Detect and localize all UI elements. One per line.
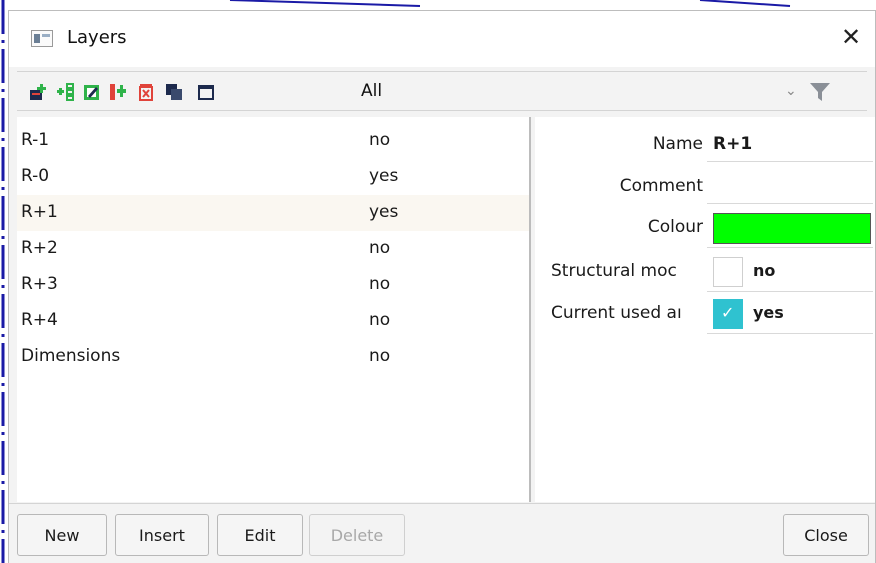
divider xyxy=(707,333,873,334)
title-bar: Layers ✕ xyxy=(9,11,875,67)
close-button[interactable]: Close xyxy=(783,514,869,556)
structural-model-value: no xyxy=(753,261,776,280)
chevron-down-icon[interactable]: ⌄ xyxy=(785,83,797,99)
delete-layer-icon[interactable] xyxy=(137,83,155,101)
name-field[interactable]: R+1 xyxy=(713,134,752,154)
funnel-icon[interactable] xyxy=(809,81,831,103)
layers-toolbar: All ⌄ xyxy=(17,71,867,111)
duplicate-layer-icon[interactable] xyxy=(165,83,183,101)
edit-button[interactable]: Edit xyxy=(217,514,303,556)
structural-model-label: Structural moc xyxy=(551,261,677,281)
edit-layer-icon[interactable] xyxy=(83,83,101,101)
divider xyxy=(707,203,873,204)
layers-dialog: Layers ✕ All ⌄ R-1 no R-0 yes R+1 yes R+… xyxy=(8,10,876,563)
close-icon[interactable]: ✕ xyxy=(835,21,867,53)
colour-label: Colour xyxy=(647,217,703,237)
layer-name: R-0 xyxy=(21,166,50,186)
list-item[interactable]: R+2 no xyxy=(17,231,529,267)
select-all-icon[interactable] xyxy=(197,83,215,101)
dialog-title: Layers xyxy=(67,27,127,48)
copy-layer-icon[interactable] xyxy=(109,83,127,101)
list-item[interactable]: Dimensions no xyxy=(17,339,529,375)
layer-name: Dimensions xyxy=(21,346,121,366)
list-item[interactable]: R-1 no xyxy=(17,123,529,159)
comment-label: Comment xyxy=(619,176,703,196)
insert-layer-icon[interactable] xyxy=(57,83,75,101)
new-layer-icon[interactable] xyxy=(29,83,47,101)
delete-button: Delete xyxy=(309,514,405,556)
layer-name: R-1 xyxy=(21,130,50,150)
layer-name: R+3 xyxy=(21,274,58,294)
new-button[interactable]: New xyxy=(17,514,107,556)
current-used-label: Current used aı xyxy=(551,303,682,323)
divider xyxy=(707,291,873,292)
layer-name: R+1 xyxy=(21,202,58,222)
layer-current-value: no xyxy=(369,238,391,258)
current-used-value: yes xyxy=(753,303,784,322)
layer-properties: Name R+1 Comment Colour Structural moc n… xyxy=(535,117,875,502)
layer-current-value: yes xyxy=(369,202,399,222)
name-label: Name xyxy=(652,134,703,154)
current-used-checkbox[interactable] xyxy=(713,299,743,329)
layer-current-value: no xyxy=(369,274,391,294)
layer-current-value: no xyxy=(369,130,391,150)
window-icon xyxy=(31,30,53,47)
list-item-selected[interactable]: R+1 yes xyxy=(17,195,529,231)
list-item[interactable]: R-0 yes xyxy=(17,159,529,195)
structural-model-checkbox[interactable] xyxy=(713,257,743,287)
colour-swatch[interactable] xyxy=(713,213,871,244)
divider xyxy=(707,247,873,248)
layer-current-value: no xyxy=(369,346,391,366)
layer-current-value: no xyxy=(369,310,391,330)
divider xyxy=(707,161,873,162)
insert-button[interactable]: Insert xyxy=(115,514,209,556)
layer-current-value: yes xyxy=(369,166,399,186)
list-item[interactable]: R+4 no xyxy=(17,303,529,339)
layer-filter-value[interactable]: All xyxy=(361,81,382,101)
layer-name: R+2 xyxy=(21,238,58,258)
list-item[interactable]: R+3 no xyxy=(17,267,529,303)
layers-list: R-1 no R-0 yes R+1 yes R+2 no R+3 no R+4… xyxy=(17,117,531,502)
button-bar: New Insert Edit Delete Close xyxy=(9,503,875,563)
layer-name: R+4 xyxy=(21,310,58,330)
